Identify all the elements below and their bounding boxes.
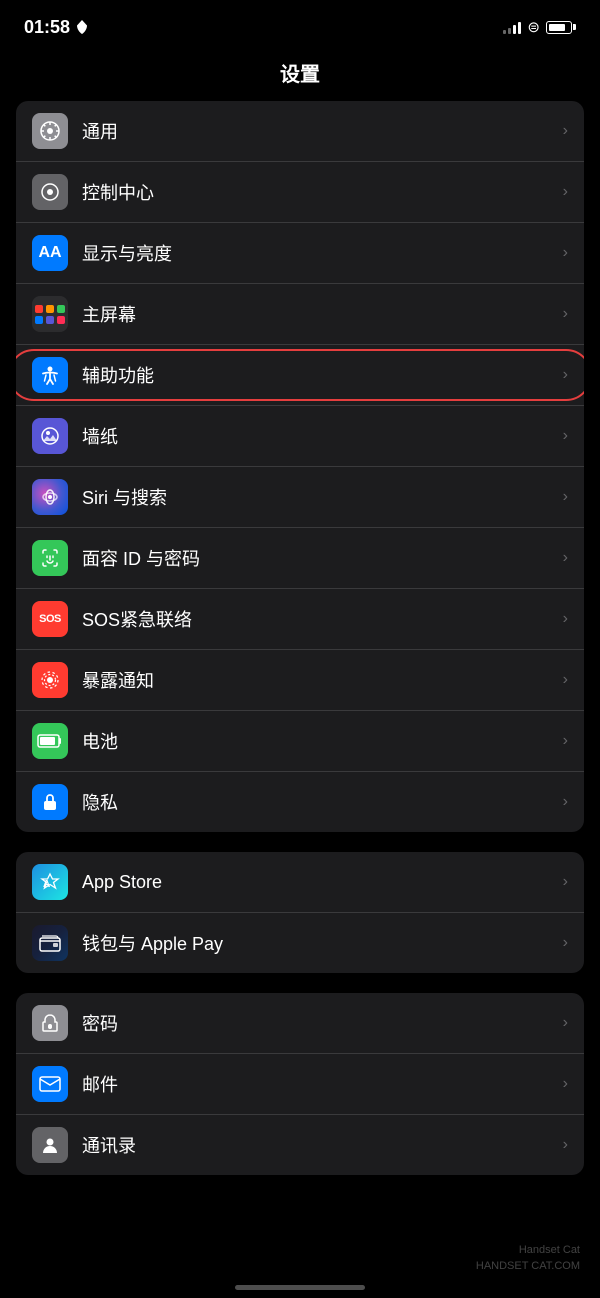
- settings-item-contacts[interactable]: 通讯录 ›: [16, 1115, 584, 1175]
- mail-label: 邮件: [82, 1071, 555, 1097]
- display-label: 显示与亮度: [82, 240, 555, 266]
- status-time: 01:58: [24, 17, 70, 38]
- settings-item-exposure[interactable]: 暴露通知 ›: [16, 650, 584, 711]
- control-center-label: 控制中心: [82, 179, 555, 205]
- faceid-icon: [32, 540, 68, 576]
- passwords-label: 密码: [82, 1010, 555, 1036]
- wallpaper-icon: [32, 418, 68, 454]
- mail-chevron: ›: [563, 1075, 568, 1093]
- wallet-label: 钱包与 Apple Pay: [82, 930, 555, 956]
- location-icon: [76, 20, 88, 34]
- wifi-icon: ⊜: [527, 18, 540, 36]
- settings-item-mail[interactable]: 邮件 ›: [16, 1054, 584, 1115]
- contacts-icon: [32, 1127, 68, 1163]
- privacy-icon: [32, 784, 68, 820]
- appstore-chevron: ›: [563, 873, 568, 891]
- exposure-chevron: ›: [563, 671, 568, 689]
- privacy-label: 隐私: [82, 789, 555, 815]
- settings-item-wallet[interactable]: 钱包与 Apple Pay ›: [16, 913, 584, 973]
- home-indicator: [235, 1285, 365, 1290]
- settings-item-faceid[interactable]: 面容 ID 与密码 ›: [16, 528, 584, 589]
- settings-item-siri[interactable]: Siri 与搜索 ›: [16, 467, 584, 528]
- contacts-label: 通讯录: [82, 1132, 555, 1158]
- signal-icon: [503, 20, 521, 34]
- faceid-chevron: ›: [563, 549, 568, 567]
- appstore-icon: A: [32, 864, 68, 900]
- settings-item-wallpaper[interactable]: 墙纸 ›: [16, 406, 584, 467]
- homescreen-label: 主屏幕: [82, 301, 555, 327]
- privacy-chevron: ›: [563, 793, 568, 811]
- passwords-chevron: ›: [563, 1014, 568, 1032]
- accessibility-label: 辅助功能: [82, 362, 555, 388]
- watermark: Handset Cat HANDSET CAT.COM: [476, 1243, 580, 1274]
- battery-setting-icon: [32, 723, 68, 759]
- sos-label: SOS紧急联络: [82, 606, 555, 632]
- accessibility-icon: [32, 357, 68, 393]
- faceid-label: 面容 ID 与密码: [82, 545, 555, 571]
- status-bar: 01:58 ⊜: [0, 0, 600, 50]
- contacts-chevron: ›: [563, 1136, 568, 1154]
- wallpaper-label: 墙纸: [82, 423, 555, 449]
- siri-label: Siri 与搜索: [82, 484, 555, 510]
- general-label: 通用: [82, 118, 555, 144]
- settings-item-sos[interactable]: SOS SOS紧急联络 ›: [16, 589, 584, 650]
- settings-section-2: A App Store › 钱包与 Apple Pay ›: [16, 852, 584, 973]
- settings-item-passwords[interactable]: 密码 ›: [16, 993, 584, 1054]
- battery-label: 电池: [82, 728, 555, 754]
- homescreen-chevron: ›: [563, 305, 568, 323]
- general-icon: [32, 113, 68, 149]
- sos-chevron: ›: [563, 610, 568, 628]
- accessibility-chevron: ›: [563, 366, 568, 384]
- status-icons: ⊜: [503, 18, 576, 36]
- svg-text:A: A: [43, 879, 50, 890]
- settings-item-appstore[interactable]: A App Store ›: [16, 852, 584, 913]
- siri-icon: [32, 479, 68, 515]
- wallet-chevron: ›: [563, 934, 568, 952]
- battery-chevron: ›: [563, 732, 568, 750]
- settings-item-battery[interactable]: 电池 ›: [16, 711, 584, 772]
- control-center-icon: [32, 174, 68, 210]
- passwords-icon: [32, 1005, 68, 1041]
- wallpaper-chevron: ›: [563, 427, 568, 445]
- settings-item-general[interactable]: 通用 ›: [16, 101, 584, 162]
- wallet-icon: [32, 925, 68, 961]
- settings-item-control-center[interactable]: 控制中心 ›: [16, 162, 584, 223]
- display-chevron: ›: [563, 244, 568, 262]
- settings-item-privacy[interactable]: 隐私 ›: [16, 772, 584, 832]
- page-title: 设置: [0, 50, 600, 101]
- control-center-chevron: ›: [563, 183, 568, 201]
- settings-item-accessibility[interactable]: 辅助功能 ›: [16, 345, 584, 406]
- settings-section-1: 通用 › 控制中心 › AA 显示与亮度 ›: [16, 101, 584, 832]
- settings-item-display[interactable]: AA 显示与亮度 ›: [16, 223, 584, 284]
- exposure-label: 暴露通知: [82, 667, 555, 693]
- general-chevron: ›: [563, 122, 568, 140]
- sos-icon: SOS: [32, 601, 68, 637]
- settings-section-3: 密码 › 邮件 › 通讯录 ›: [16, 993, 584, 1175]
- display-icon: AA: [32, 235, 68, 271]
- exposure-icon: [32, 662, 68, 698]
- settings-item-homescreen[interactable]: 主屏幕 ›: [16, 284, 584, 345]
- battery-icon: [546, 21, 576, 34]
- appstore-label: App Store: [82, 872, 555, 893]
- homescreen-icon: [32, 296, 68, 332]
- siri-chevron: ›: [563, 488, 568, 506]
- mail-icon: [32, 1066, 68, 1102]
